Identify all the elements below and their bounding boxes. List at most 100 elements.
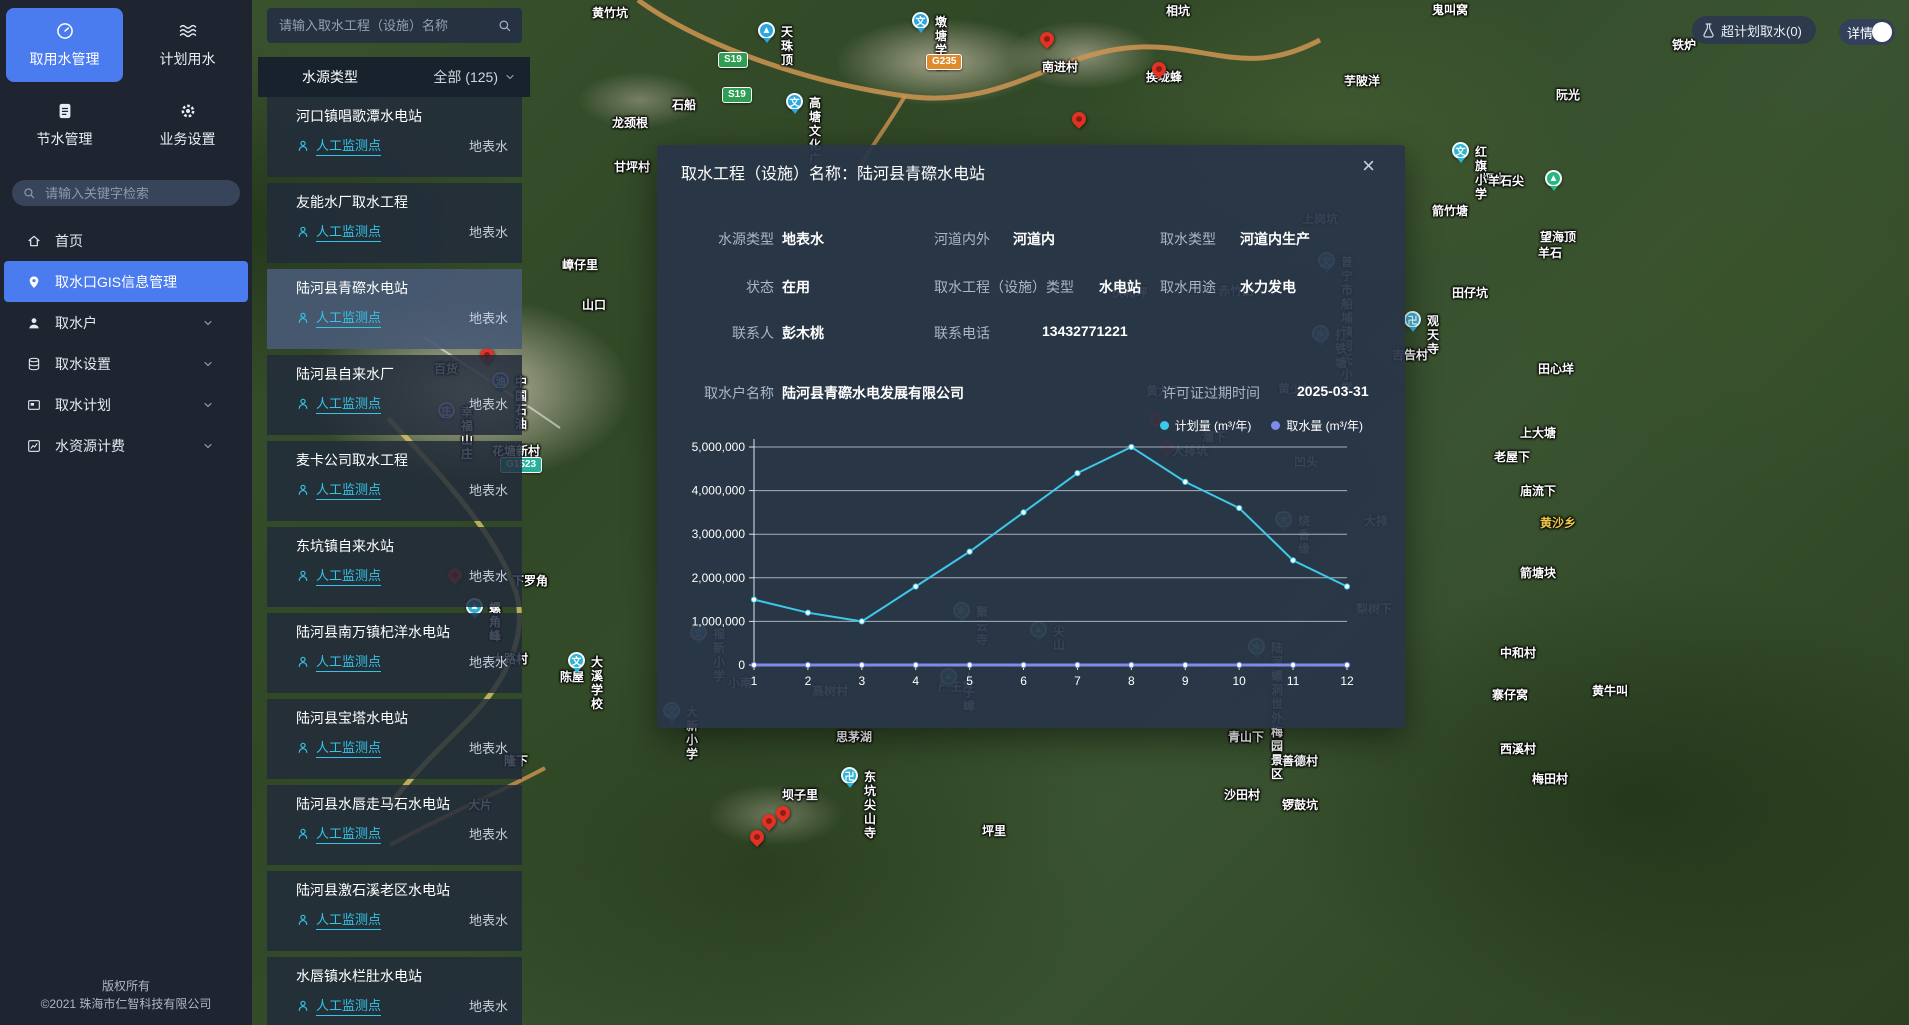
detail-toggle-label: 详情 — [1847, 23, 1873, 42]
list-item[interactable]: 友能水厂取水工程 人工监测点地表水 — [267, 183, 522, 263]
water-source-type: 地表水 — [469, 394, 508, 413]
station-search-input[interactable] — [277, 17, 497, 34]
station-name: 陆河县自来水厂 — [296, 364, 508, 384]
over-plan-intake-label: 超计划取水(0) — [1721, 21, 1802, 40]
map-poi-marker-icon[interactable]: 文墩塘学校 — [912, 12, 929, 29]
menu-item-intake-settings[interactable]: 取水设置 — [0, 343, 252, 384]
list-item[interactable]: 陆河县激石溪老区水电站 人工监测点地表水 — [267, 871, 522, 951]
filter-value: 全部 (125) — [433, 67, 498, 87]
field-label: 水源类型 — [657, 229, 774, 249]
station-list: 河口镇唱歌潭水电站 人工监测点地表水友能水厂取水工程 人工监测点地表水陆河县青磜… — [267, 97, 522, 1025]
menu-item-water-billing[interactable]: 水资源计费 — [0, 425, 252, 466]
map-poi-marker-icon[interactable]: 文红旗小学 — [1452, 142, 1469, 159]
map-poi-marker-icon[interactable]: 文大溪学校 — [568, 652, 585, 669]
svg-text:3,000,000: 3,000,000 — [692, 527, 746, 541]
annual-volume-chart: 01,000,0002,000,0003,000,0004,000,0005,0… — [657, 415, 1405, 715]
sidebar-menu: 首页 取水口GIS信息管理 取水户 — [0, 220, 252, 466]
map-place-label: 黄牛叫 — [1592, 684, 1628, 698]
list-item[interactable]: 河口镇唱歌潭水电站 人工监测点地表水 — [267, 97, 522, 177]
map-place-label: 思茅湖 — [836, 730, 872, 744]
app-window: 黄竹坑相坑鬼叫窝南进村挨垅蜂芋陂洋阮光铁炉龙颈根石船甘坪村嶂仔里山口坪水箭竹塘望… — [0, 0, 1909, 1025]
map-place-label: 芋陂洋 — [1344, 74, 1380, 88]
close-icon[interactable]: × — [1362, 155, 1375, 177]
map-poi-label: 东坑尖山寺 — [864, 770, 876, 840]
person-icon — [296, 311, 310, 325]
person-icon — [296, 139, 310, 153]
map-poi-marker-icon[interactable]: 卍东坑尖山寺 — [841, 767, 858, 784]
search-icon — [22, 186, 36, 200]
field-value: 13432771221 — [1042, 323, 1128, 339]
field-value: 水力发电 — [1240, 277, 1296, 297]
list-item[interactable]: 陆河县水唇走马石水电站 人工监测点地表水 — [267, 785, 522, 865]
field-value: 河道内 — [1013, 229, 1055, 249]
map-pin-icon — [26, 274, 42, 290]
water-source-type: 地表水 — [469, 738, 508, 757]
map-poi-label: 天珠顶 — [781, 25, 793, 67]
user-icon — [26, 315, 42, 331]
map-poi-label: 红旗小学 — [1475, 145, 1487, 201]
module-business-settings[interactable]: 业务设置 — [129, 88, 246, 162]
map-poi-marker-icon[interactable]: ▲ — [1545, 170, 1562, 187]
field-label: 联系人 — [657, 323, 774, 343]
list-item[interactable]: 陆河县青磜水电站 人工监测点地表水 — [267, 269, 522, 349]
menu-item-water-users[interactable]: 取水户 — [0, 302, 252, 343]
map-poi-marker-icon[interactable]: ▲天珠顶 — [758, 22, 775, 39]
svg-text:5: 5 — [966, 674, 973, 688]
station-name: 陆河县激石溪老区水电站 — [296, 880, 508, 900]
menu-item-label: 取水户 — [55, 313, 97, 333]
module-water-saving-management[interactable]: 节水管理 — [6, 88, 123, 162]
menu-item-intake-gis[interactable]: 取水口GIS信息管理 — [4, 261, 248, 302]
map-poi-marker-icon[interactable]: 文高塘文化广场 — [786, 93, 803, 110]
sidebar-search-input[interactable] — [43, 185, 230, 202]
station-name: 陆河县南万镇杞洋水电站 — [296, 622, 508, 642]
list-item[interactable]: 陆河县自来水厂 人工监测点地表水 — [267, 355, 522, 435]
field-label: 取水用途 — [1160, 277, 1216, 297]
map-place-label: 箭竹塘 — [1432, 204, 1468, 218]
list-item[interactable]: 麦卡公司取水工程 人工监测点地表水 — [267, 441, 522, 521]
field-value: 彭木桃 — [782, 323, 824, 343]
map-place-label: 相坑 — [1166, 4, 1190, 18]
station-name: 陆河县水唇走马石水电站 — [296, 794, 508, 814]
line-chart-svg: 01,000,0002,000,0003,000,0004,000,0005,0… — [657, 415, 1405, 715]
map-place-label: 庙流下 — [1520, 484, 1556, 498]
list-item[interactable]: 陆河县南万镇杞洋水电站 人工监测点地表水 — [267, 613, 522, 693]
map-place-label: 铁炉 — [1672, 38, 1696, 52]
menu-item-label: 水资源计费 — [55, 436, 125, 456]
field-value: 地表水 — [782, 229, 824, 249]
menu-item-intake-plan[interactable]: 取水计划 — [0, 384, 252, 425]
list-item[interactable]: 水唇镇水栏肚水电站 人工监测点地表水 — [267, 957, 522, 1025]
module-planned-water-use[interactable]: 计划用水 — [129, 8, 246, 82]
station-name: 陆河县宝塔水电站 — [296, 708, 508, 728]
toggle-knob-icon — [1872, 22, 1892, 42]
detail-toggle[interactable]: 详情 — [1839, 19, 1895, 45]
chevron-down-icon — [504, 71, 516, 83]
sidebar-search[interactable] — [12, 180, 240, 206]
map-place-label: 嶂仔里 — [562, 258, 598, 272]
chevron-down-icon — [202, 440, 214, 452]
map-place-label: 梅田村 — [1532, 772, 1568, 786]
monitor-type: 人工监测点 — [316, 135, 381, 156]
map-place-label: 西溪村 — [1500, 742, 1536, 756]
person-icon — [296, 397, 310, 411]
copyright-line1: 版权所有 — [0, 977, 252, 995]
list-item[interactable]: 陆河县宝塔水电站 人工监测点地表水 — [267, 699, 522, 779]
filter-value-dropdown[interactable]: 全部 (125) — [433, 67, 516, 87]
map-place-label: 石船 — [672, 98, 696, 112]
menu-item-home[interactable]: 首页 — [0, 220, 252, 261]
map-poi-marker-icon[interactable]: 卍观天寺 — [1404, 311, 1421, 328]
svg-text:10: 10 — [1233, 674, 1247, 688]
search-icon[interactable] — [497, 18, 512, 33]
station-name: 麦卡公司取水工程 — [296, 450, 508, 470]
module-water-use-management[interactable]: 取用水管理 — [6, 8, 123, 82]
over-plan-intake-badge[interactable]: 超计划取水(0) — [1692, 16, 1816, 44]
monitor-type: 人工监测点 — [316, 651, 381, 672]
station-search[interactable] — [267, 8, 522, 43]
list-item[interactable]: 东坑镇自来水站 人工监测点地表水 — [267, 527, 522, 607]
menu-item-label: 首页 — [55, 231, 83, 251]
map-place-label: 善德村 — [1282, 754, 1318, 768]
map-place-label: 中和村 — [1500, 646, 1536, 660]
map-place-label: 羊石尖 — [1488, 174, 1524, 188]
gauge-icon — [55, 21, 75, 41]
water-source-type: 地表水 — [469, 824, 508, 843]
svg-text:9: 9 — [1182, 674, 1189, 688]
